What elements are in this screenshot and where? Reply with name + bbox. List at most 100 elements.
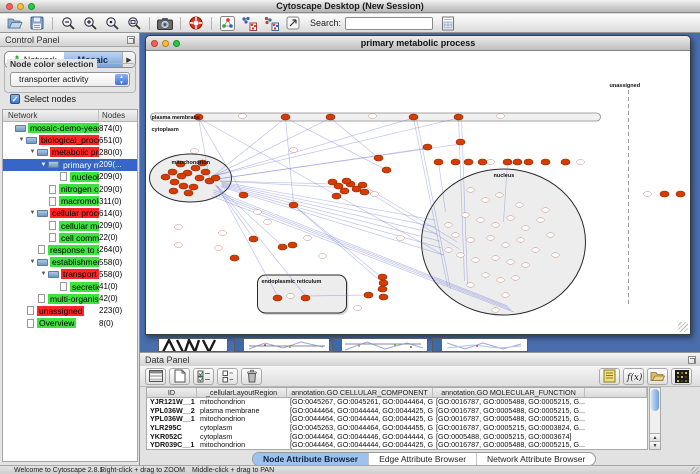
plain-node[interactable]: [496, 193, 504, 198]
network-edge[interactable]: [222, 183, 436, 227]
plain-node[interactable]: [397, 236, 405, 241]
colored-node[interactable]: [170, 179, 179, 185]
network-edge[interactable]: [216, 185, 283, 246]
colored-node[interactable]: [301, 295, 310, 301]
colored-node[interactable]: [230, 255, 239, 261]
colored-node[interactable]: [478, 159, 487, 165]
tree-row[interactable]: mosaic-demo-yeast874(0): [3, 122, 137, 134]
plain-node[interactable]: [264, 220, 272, 225]
window-resize-grip[interactable]: [678, 322, 688, 332]
app-resize-grip[interactable]: [691, 467, 699, 474]
plain-node[interactable]: [472, 258, 480, 263]
colored-node[interactable]: [239, 192, 248, 198]
colored-node[interactable]: [288, 242, 297, 248]
plain-node[interactable]: [522, 263, 530, 268]
colored-node[interactable]: [676, 191, 685, 197]
colored-node[interactable]: [289, 202, 298, 208]
help-lifesaver-icon[interactable]: [185, 15, 207, 32]
plain-node[interactable]: [452, 233, 460, 238]
table-vertical-scrollbar[interactable]: ▲ ▼: [649, 387, 661, 450]
colored-node[interactable]: [169, 188, 178, 194]
plain-node[interactable]: [467, 188, 475, 193]
search-box[interactable]: ▼: [345, 17, 433, 30]
expand-arrow-icon[interactable]: ▼: [39, 271, 48, 277]
plain-node[interactable]: [371, 192, 379, 197]
tree-row[interactable]: ▼biological_process651(0): [3, 134, 137, 146]
plain-node[interactable]: [287, 294, 295, 299]
plain-node[interactable]: [502, 243, 510, 248]
plain-node[interactable]: [467, 238, 475, 243]
snapshot-camera-icon[interactable]: [154, 15, 176, 32]
plain-node[interactable]: [487, 236, 495, 241]
colored-node[interactable]: [382, 167, 391, 173]
colored-node[interactable]: [378, 286, 387, 292]
plain-node[interactable]: [542, 208, 550, 213]
node-color-dropdown[interactable]: transporter activity ▲▼: [10, 72, 130, 87]
zoom-out-icon[interactable]: [57, 15, 79, 32]
float-panel-icon[interactable]: [127, 36, 135, 44]
plain-node[interactable]: [219, 231, 227, 236]
table-row[interactable]: YDR039C__1mitochondrion[GO:0044464, GO:0…: [147, 441, 647, 450]
network-edge[interactable]: [294, 205, 383, 278]
search-input[interactable]: [346, 18, 433, 29]
network-edge[interactable]: [222, 182, 435, 220]
colored-node[interactable]: [340, 188, 349, 194]
import-folder-icon[interactable]: [647, 368, 668, 385]
tree-row[interactable]: cell communicat22(0): [3, 232, 137, 244]
column-header[interactable]: annotation.GO CELLULAR_COMPONENT: [287, 388, 433, 397]
minimized-view-thumbnail[interactable]: [432, 338, 528, 352]
colored-node[interactable]: [454, 114, 463, 120]
network-edge[interactable]: [210, 118, 286, 179]
scrollbar-thumb[interactable]: [651, 389, 659, 411]
colored-node[interactable]: [179, 183, 188, 189]
network-view-window[interactable]: primary metabolic process plasma membran…: [145, 35, 691, 335]
colored-node[interactable]: [326, 114, 335, 120]
zoom-fit-icon[interactable]: [123, 15, 145, 32]
expand-arrow-icon[interactable]: ▼: [39, 162, 48, 168]
plain-node[interactable]: [492, 308, 500, 313]
plain-node[interactable]: [445, 248, 453, 253]
network-edge[interactable]: [294, 205, 384, 284]
expand-arrow-icon[interactable]: ▼: [17, 137, 26, 143]
tree-row[interactable]: ▼establishment of lo558(0): [3, 256, 137, 268]
tree-row[interactable]: macromolecule311(0): [3, 195, 137, 207]
minimized-view-thumbnail[interactable]: [332, 338, 428, 352]
network-overview-icon[interactable]: [216, 15, 238, 32]
colored-node[interactable]: [332, 193, 341, 199]
plain-node[interactable]: [512, 276, 520, 281]
colored-node[interactable]: [503, 159, 512, 165]
colored-node[interactable]: [189, 184, 198, 190]
network-tree-header[interactable]: Network Nodes: [3, 110, 137, 122]
plain-node[interactable]: [507, 216, 515, 221]
colored-node[interactable]: [281, 114, 290, 120]
table-row[interactable]: YKR052Ccytoplasm[GO:0044464, GO:0044446,…: [147, 433, 647, 442]
plain-node[interactable]: [517, 238, 525, 243]
colored-node[interactable]: [177, 173, 186, 179]
colored-node[interactable]: [184, 190, 193, 196]
colored-node[interactable]: [423, 144, 432, 150]
colored-node[interactable]: [378, 274, 387, 280]
plain-node[interactable]: [354, 306, 362, 311]
column-header[interactable]: annotation.GO MOLECULAR_FUNCTION: [433, 388, 585, 397]
colored-node[interactable]: [660, 191, 669, 197]
plain-node[interactable]: [492, 256, 500, 261]
import-network-icon[interactable]: [238, 15, 260, 32]
plain-node[interactable]: [215, 246, 223, 251]
plain-node[interactable]: [191, 149, 199, 154]
tree-row[interactable]: nucleobase-209(0): [3, 171, 137, 183]
colored-node[interactable]: [249, 236, 258, 242]
plain-node[interactable]: [487, 160, 495, 165]
plain-node[interactable]: [445, 223, 453, 228]
plain-node[interactable]: [175, 225, 183, 230]
plain-node[interactable]: [644, 192, 652, 197]
table-row[interactable]: YPL036W__2plasma membrane[GO:0044464, GO…: [147, 407, 647, 416]
colored-node[interactable]: [334, 183, 343, 189]
plain-node[interactable]: [319, 254, 327, 259]
plain-node[interactable]: [492, 223, 500, 228]
select-attributes-icon[interactable]: [193, 368, 214, 385]
minimized-view-thumbnail[interactable]: [234, 338, 330, 352]
view-close-button[interactable]: [151, 40, 158, 47]
colored-node[interactable]: [358, 182, 367, 188]
plain-node[interactable]: [537, 218, 545, 223]
plain-node[interactable]: [457, 253, 465, 258]
